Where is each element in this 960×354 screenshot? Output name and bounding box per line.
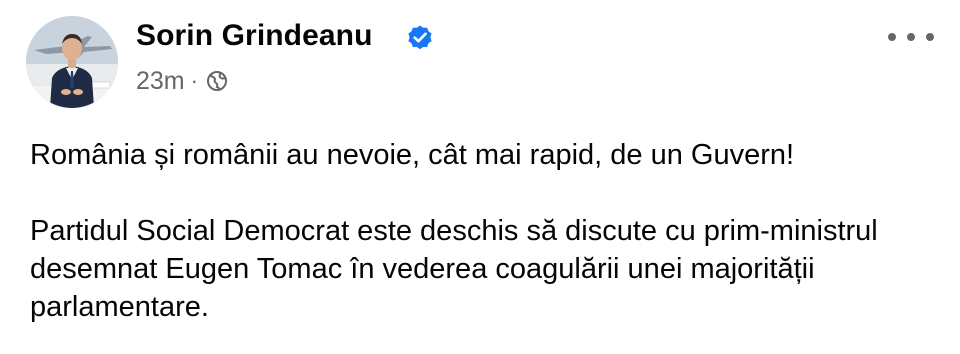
author-avatar[interactable] (26, 16, 118, 108)
more-dot-icon (907, 33, 915, 41)
post-paragraph: Partidul Social Democrat este deschis să… (30, 215, 878, 323)
post-timestamp[interactable]: 23m (136, 67, 185, 96)
author-name[interactable]: Sorin Grindeanu (136, 19, 373, 53)
facebook-post: Sorin Grindeanu 23m · România și românii… (0, 0, 960, 354)
more-options-button[interactable] (888, 26, 934, 48)
verified-badge-icon (408, 25, 432, 50)
post-text: România și românii au nevoie, cât mai ra… (30, 136, 930, 326)
post-meta: 23m · (136, 66, 228, 96)
meta-separator: · (190, 68, 198, 93)
more-dot-icon (888, 33, 896, 41)
post-paragraph: România și românii au nevoie, cât mai ra… (30, 139, 795, 171)
globe-icon[interactable] (206, 70, 228, 92)
more-dot-icon (926, 33, 934, 41)
